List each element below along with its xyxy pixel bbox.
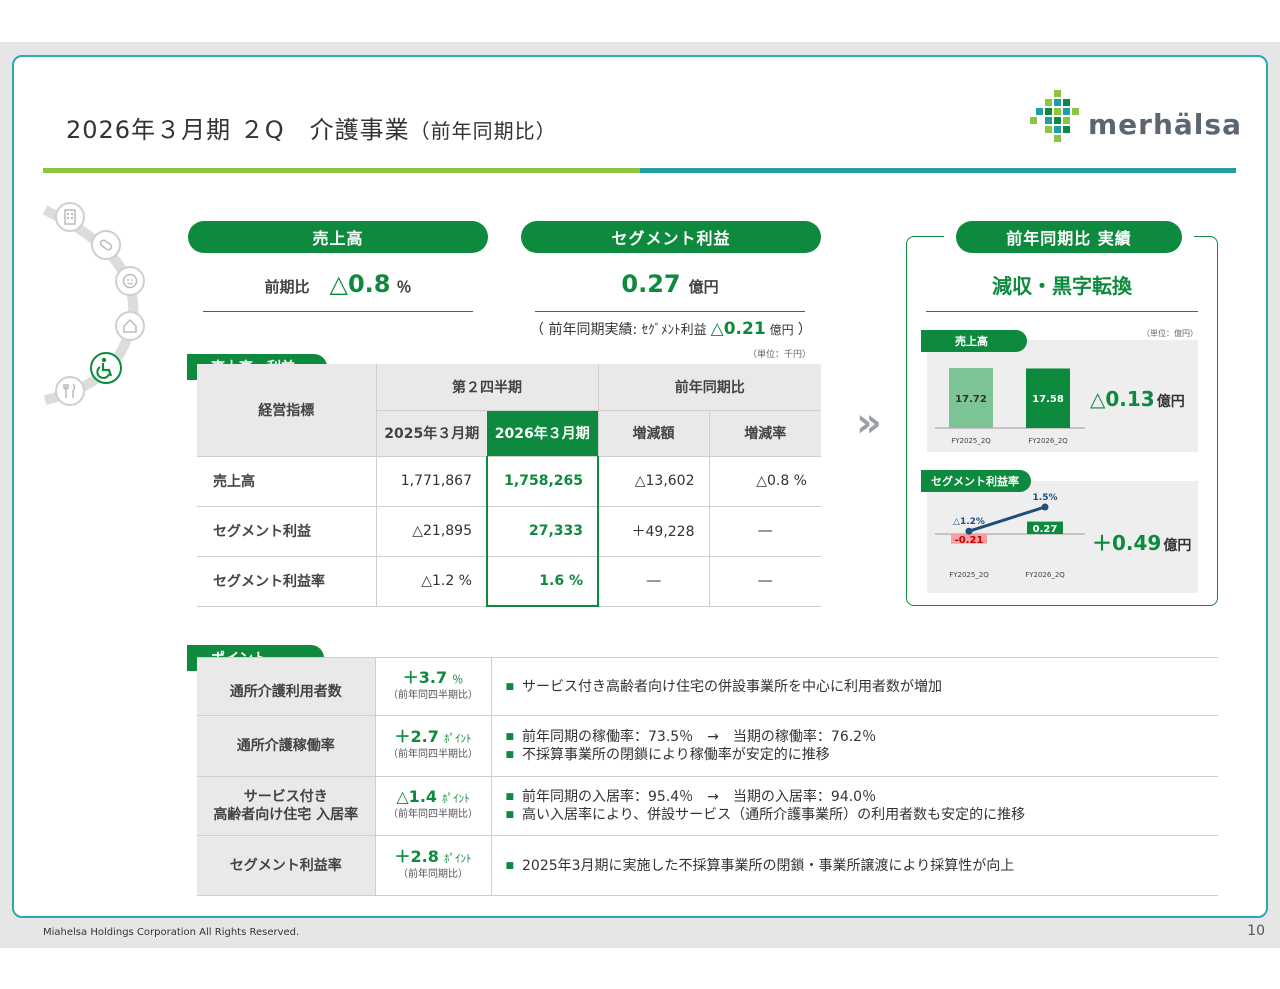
- margin-category-label: FY2026_2Q: [1025, 571, 1065, 579]
- financial-table: 経営指標 第２四半期 前年同期比 2025年３月期 2026年３月期 増減額 増…: [197, 364, 821, 607]
- margin-delta-value: ＋0.49: [1092, 531, 1162, 555]
- sales-mini-tag: 売上高: [921, 330, 1027, 352]
- medicine-capsule-icon: [91, 230, 121, 260]
- col-q2-header: 第２四半期: [375, 364, 598, 411]
- points-row: セグメント利益率 ＋2.8 ﾎﾟｲﾝﾄ （前年同期比） ■ 2025年3月期に実施し…: [197, 835, 1218, 896]
- sales-mini-chart: 17.72 FY2025_2Q 17.58 FY2026_2Q: [935, 368, 1085, 445]
- points-row: サービス付き 高齢者向け住宅 入居率 △1.4 ﾎﾟｲﾝﾄ （前年同四半期比） ■ 前…: [197, 776, 1218, 836]
- segment-kpi-underline: [535, 311, 805, 312]
- table-row: セグメント利益率 △1.2 % 1.6 % ― ―: [197, 556, 821, 607]
- col-indicator-header: 経営指標: [197, 364, 376, 457]
- summary-pill: 前年同期比 実績: [956, 221, 1182, 253]
- sales-kpi-unit: ％: [396, 278, 412, 296]
- segment-profit-pill: セグメント利益: [521, 221, 821, 253]
- points-row: 通所介護利用者数 ＋3.7 ％（前年同四半期比） ■ サービス付き高齢者向け住宅の…: [197, 657, 1218, 716]
- col-diff-header: 増減額: [597, 410, 709, 457]
- building-icon: [55, 202, 85, 232]
- sales-category-label: FY2026_2Q: [1028, 437, 1068, 445]
- page-number: 10: [1247, 923, 1265, 939]
- segment-kpi-unit: 億円: [688, 278, 719, 296]
- sales-kpi-label: 前期比: [264, 278, 310, 296]
- margin-delta: ＋0.49 億円: [1092, 527, 1191, 556]
- table-unit-note: （単位：千円）: [748, 350, 812, 360]
- col-rate-header: 増減率: [708, 410, 821, 457]
- points-row: 通所介護稼働率 ＋2.7 ﾎﾟｲﾝﾄ （前年同四半期比） ■ 前年同期の稼働率：73…: [197, 715, 1218, 777]
- segment-kpi-value: 0.27: [621, 270, 681, 298]
- points-table: 通所介護利用者数 ＋3.7 ％（前年同四半期比） ■ サービス付き高齢者向け住宅の…: [197, 657, 1218, 896]
- margin-mini-chart: -0.21 FY2025_2Q 0.27 FY2026_2Q △1.2% 1.5%: [935, 493, 1085, 579]
- sales-delta-unit: 億円: [1156, 394, 1185, 410]
- sales-delta-value: △0.13: [1090, 387, 1155, 411]
- summary-unit-note: （単位：億円）: [1142, 329, 1198, 338]
- margin-delta-unit: 億円: [1163, 538, 1192, 554]
- margin-bar-label: -0.21: [955, 535, 984, 546]
- prior-note-label: ｾｸﾞﾒﾝﾄ利益: [641, 323, 707, 338]
- col-yoy-header: 前年同期比: [597, 364, 821, 411]
- prior-year-note: （ 前年同期実績: ｾｸﾞﾒﾝﾄ利益 △0.21 億円）: [530, 319, 812, 339]
- sales-kpi-underline: [203, 311, 473, 312]
- margin-rate-point: [965, 527, 973, 535]
- col-2026-header: 2026年３月期: [487, 410, 598, 457]
- sales-delta: △0.13 億円: [1090, 387, 1185, 411]
- footer-copyright: Miahelsa Holdings Corporation All Rights…: [43, 927, 300, 938]
- summary-headline-underline: [926, 311, 1198, 312]
- margin-rate-label: 1.5%: [1033, 493, 1058, 503]
- sales-kpi: 前期比 △0.8 ％: [203, 270, 473, 298]
- col-2025-header: 2025年３月期: [375, 410, 487, 457]
- prior-note-value: △0.21: [710, 319, 766, 339]
- summary-headline: 減収・黒字転換: [992, 274, 1132, 298]
- title-divider-green: [43, 168, 640, 173]
- table-row: セグメント利益 △21,895 27,333 ＋49,228 ―: [197, 506, 821, 557]
- sales-category-label: FY2025_2Q: [951, 437, 991, 445]
- sales-bar-label: 17.72: [955, 394, 987, 405]
- margin-rate-point: [1041, 503, 1049, 511]
- sales-bar-label: 17.58: [1032, 394, 1064, 405]
- segment-profit-kpi: 0.27 億円: [535, 270, 805, 298]
- margin-category-label: FY2025_2Q: [949, 571, 989, 579]
- sales-pill: 売上高: [188, 221, 488, 253]
- sales-kpi-value: △0.8: [329, 270, 391, 298]
- house-care-icon: [115, 311, 145, 341]
- meal-utensils-icon: [55, 376, 85, 406]
- margin-rate-label: △1.2%: [953, 517, 985, 527]
- brand-logo-text: merhälsa: [1088, 108, 1242, 141]
- title-divider-teal: [640, 168, 1236, 173]
- page-title-paren: （前年同期比）: [409, 119, 557, 143]
- arrow-chevrons-icon: »: [856, 400, 882, 446]
- page-title: 2026年３月期 ２Q 介護事業（前年同期比）: [66, 116, 557, 144]
- wheelchair-icon: [87, 349, 125, 387]
- margin-bar-label: 0.27: [1033, 524, 1058, 535]
- prior-note-unit: 億円: [769, 323, 794, 337]
- child-face-icon: [115, 266, 145, 296]
- table-row: 売上高 1,771,867 1,758,265 △13,602 △0.8 %: [197, 456, 821, 507]
